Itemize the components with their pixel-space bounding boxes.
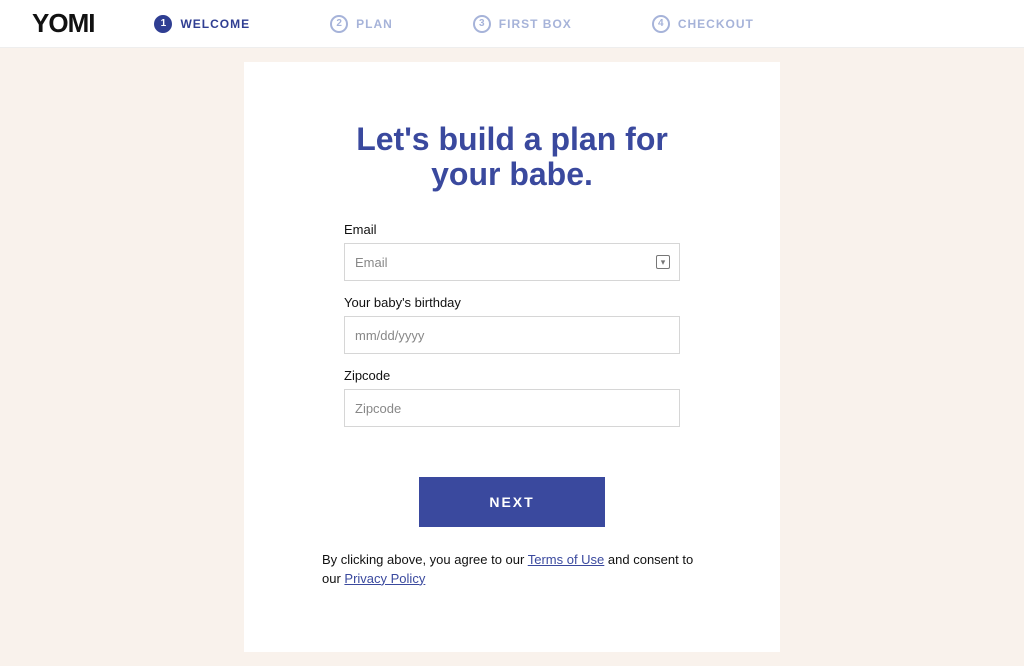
email-input[interactable] [344, 243, 680, 281]
birthday-input[interactable] [344, 316, 680, 354]
zipcode-input[interactable] [344, 389, 680, 427]
consent-text: By clicking above, you agree to our Term… [322, 551, 702, 587]
step-first-box[interactable]: 3 FIRST BOX [473, 15, 572, 33]
progress-stepper: 1 WELCOME 2 PLAN 3 FIRST BOX 4 CHECKOUT [154, 15, 753, 33]
signup-form: Email ▾ Your baby's birthday Zipcode [344, 222, 680, 427]
brand-logo: YOMI [32, 8, 94, 39]
consent-pre: By clicking above, you agree to our [322, 552, 528, 567]
step-label: WELCOME [180, 17, 250, 31]
step-welcome[interactable]: 1 WELCOME [154, 15, 250, 33]
step-checkout[interactable]: 4 CHECKOUT [652, 15, 754, 33]
step-number-icon: 2 [330, 15, 348, 33]
step-plan[interactable]: 2 PLAN [330, 15, 393, 33]
welcome-form-card: Let's build a plan for your babe. Email … [244, 62, 780, 652]
step-number-icon: 3 [473, 15, 491, 33]
zipcode-label: Zipcode [344, 368, 680, 383]
terms-of-use-link[interactable]: Terms of Use [528, 552, 605, 567]
step-label: PLAN [356, 17, 393, 31]
headline: Let's build a plan for your babe. [332, 122, 692, 192]
step-number-icon: 4 [652, 15, 670, 33]
step-number-icon: 1 [154, 15, 172, 33]
header-bar: YOMI 1 WELCOME 2 PLAN 3 FIRST BOX 4 CHEC… [0, 0, 1024, 48]
step-label: FIRST BOX [499, 17, 572, 31]
email-label: Email [344, 222, 680, 237]
next-button[interactable]: NEXT [419, 477, 605, 527]
birthday-label: Your baby's birthday [344, 295, 680, 310]
privacy-policy-link[interactable]: Privacy Policy [344, 571, 425, 586]
step-label: CHECKOUT [678, 17, 754, 31]
